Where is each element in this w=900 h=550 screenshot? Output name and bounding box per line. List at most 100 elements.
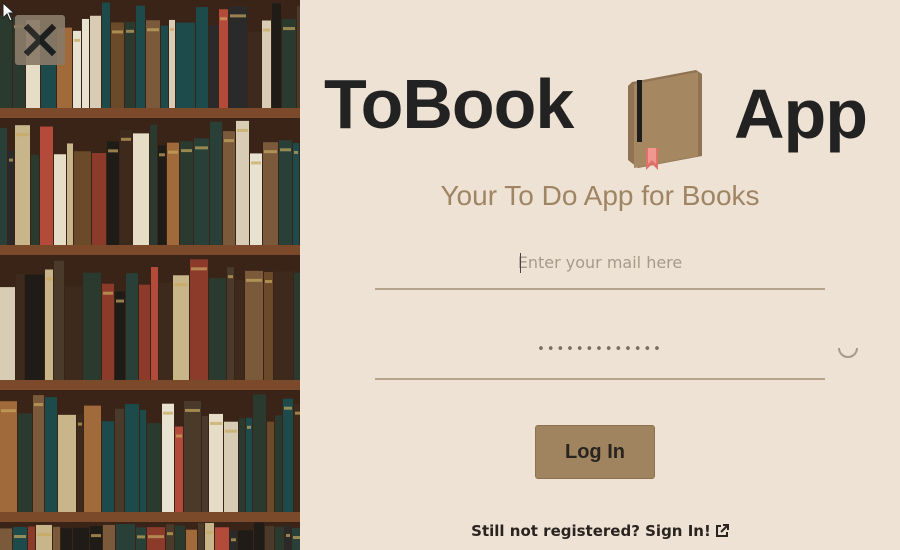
book-spine xyxy=(267,421,274,512)
book-spine xyxy=(33,395,44,512)
book-spine xyxy=(205,522,214,550)
book-spine-band xyxy=(16,133,29,137)
book-spine xyxy=(264,272,273,380)
book-spine xyxy=(0,15,12,109)
book-spine xyxy=(115,408,124,512)
book-spine xyxy=(73,30,81,108)
password-field[interactable]: ••••••••••••• xyxy=(375,334,825,380)
book-spine xyxy=(15,125,30,245)
book-spine xyxy=(151,267,158,380)
tagline: Your To Do App for Books xyxy=(440,180,760,211)
book-spine xyxy=(194,138,209,245)
book-spine xyxy=(169,19,175,109)
book-spine xyxy=(246,417,252,512)
book-spine xyxy=(40,126,53,245)
book-spine xyxy=(275,415,282,512)
book-spine xyxy=(209,413,223,512)
book-spine xyxy=(209,278,226,380)
login-button[interactable]: Log In xyxy=(535,425,655,479)
book-spine xyxy=(54,154,66,245)
login-form-panel: ToBook App Your To Do App for Books ••••… xyxy=(300,0,900,550)
book-spine-band xyxy=(206,530,213,534)
book-spine xyxy=(133,133,149,245)
book-spine xyxy=(159,282,172,380)
book-spine xyxy=(224,421,238,512)
book-spine-band xyxy=(265,280,272,284)
book-spine xyxy=(102,2,110,108)
book-spine xyxy=(265,525,274,550)
book-spine xyxy=(147,423,161,512)
book-spine-band xyxy=(191,267,207,271)
login-page: ToBook App Your To Do App for Books ••••… xyxy=(0,0,900,550)
book-spine-band xyxy=(225,429,237,433)
email-field[interactable] xyxy=(375,244,825,290)
book-spine xyxy=(146,20,160,109)
book-spine xyxy=(36,524,52,550)
book-spine-band xyxy=(159,153,165,157)
book-spine xyxy=(84,405,101,512)
book-spine xyxy=(175,426,183,512)
book-spine xyxy=(16,274,24,380)
book-spine xyxy=(166,524,174,550)
book-spine xyxy=(215,527,229,550)
book-spine xyxy=(65,286,82,380)
book-spine xyxy=(115,291,125,380)
external-link-icon[interactable] xyxy=(715,524,729,538)
book-spine xyxy=(136,527,146,550)
book-spine-band xyxy=(231,538,236,542)
book-spine xyxy=(74,151,91,245)
book-spine xyxy=(161,25,168,108)
shelf-board xyxy=(0,380,300,390)
book-spine xyxy=(125,404,139,512)
book-spine xyxy=(61,528,72,550)
book-spine xyxy=(18,413,32,512)
book-spine xyxy=(167,142,179,245)
book-spine xyxy=(253,394,266,512)
book-spine xyxy=(90,15,101,108)
email-input[interactable] xyxy=(375,244,825,280)
book-spine xyxy=(0,401,17,512)
book-spine xyxy=(239,418,245,512)
book-spine xyxy=(196,7,208,109)
book-spine xyxy=(147,527,165,550)
book-spine xyxy=(58,414,76,512)
book-spine xyxy=(238,530,253,550)
book-spine-band xyxy=(263,28,270,32)
book-spine-band xyxy=(264,150,277,154)
book-spine xyxy=(223,131,235,245)
book-spine-band xyxy=(280,148,291,152)
book-spine xyxy=(248,31,261,108)
book-spine-band xyxy=(34,403,43,407)
book-spine-band xyxy=(163,411,173,415)
signin-prompt: Still not registered? Sign In! xyxy=(300,522,900,540)
book-spine xyxy=(31,154,39,245)
book-spine-band xyxy=(14,535,26,539)
spinner-icon xyxy=(838,347,858,358)
close-button[interactable] xyxy=(15,15,65,65)
book-spine xyxy=(283,398,293,512)
book-spine xyxy=(120,129,132,245)
book-spine xyxy=(162,403,174,512)
book-spine xyxy=(245,270,263,380)
book-spine-band xyxy=(116,299,124,303)
book-spine xyxy=(184,400,201,512)
book-spine-band xyxy=(121,137,131,141)
brand-title-left: ToBook xyxy=(324,65,574,143)
book-spine-band xyxy=(220,17,227,21)
book-spine-band xyxy=(78,422,82,426)
book-spine xyxy=(125,21,135,108)
book-spine xyxy=(102,283,114,380)
book-spine xyxy=(77,414,83,512)
book-spine xyxy=(140,409,146,512)
book-spine xyxy=(198,522,204,550)
book-spine-band xyxy=(237,128,248,132)
book-spine xyxy=(92,153,106,245)
book-spine xyxy=(186,529,197,550)
book-spine xyxy=(282,19,296,108)
book-spine-band xyxy=(247,425,251,429)
brand-title-right: App xyxy=(734,75,868,153)
book-spine xyxy=(173,275,189,380)
bookshelf-image xyxy=(0,0,300,550)
signin-link[interactable]: Still not registered? Sign In! xyxy=(471,522,711,540)
password-input[interactable]: ••••••••••••• xyxy=(375,342,825,357)
